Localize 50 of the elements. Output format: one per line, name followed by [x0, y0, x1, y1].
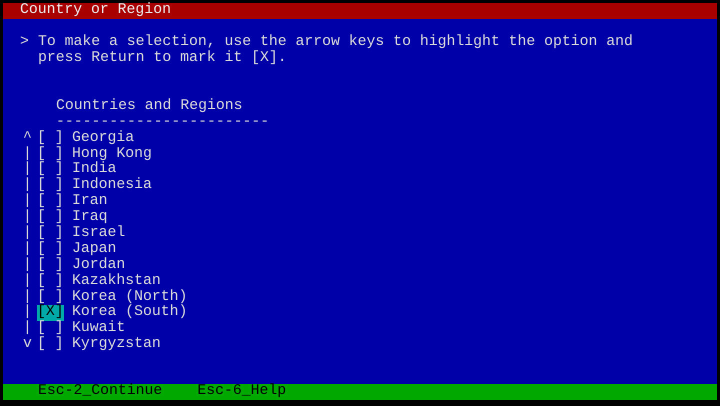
checkbox[interactable]: [ ] [37, 274, 64, 290]
country-option[interactable]: Korea (South) [72, 305, 188, 322]
checkbox[interactable]: [X] [37, 305, 64, 322]
scroll-mark: | [22, 290, 33, 305]
list-heading: Countries and Regions [55, 98, 244, 115]
checkbox[interactable]: [ ] [37, 194, 64, 210]
checkbox[interactable]: [ ] [37, 210, 64, 226]
function-key-label[interactable]: Esc-6_Help [197, 384, 286, 400]
prompt-marker: > [20, 35, 30, 52]
heading-rule: ------------------------ [55, 114, 270, 130]
country-option[interactable]: Japan [72, 242, 116, 258]
scroll-mark: v [22, 337, 33, 354]
scroll-mark: | [22, 258, 33, 273]
checkbox[interactable]: [ ] [37, 258, 64, 274]
scroll-mark: | [22, 226, 33, 241]
checkbox[interactable]: [ ] [37, 130, 64, 147]
scroll-mark: | [22, 162, 33, 178]
scroll-mark: | [22, 274, 33, 289]
scroll-mark: | [22, 146, 33, 162]
instruction-text: To make a selection, use the arrow keys to highlight the option and [38, 35, 633, 50]
checkbox[interactable]: [ ] [37, 146, 64, 162]
country-option[interactable]: Israel [72, 226, 126, 242]
checkbox[interactable]: [ ] [37, 321, 64, 338]
country-option[interactable]: Kazakhstan [72, 274, 161, 290]
country-option[interactable]: Kuwait [72, 321, 126, 338]
checkbox[interactable]: [ ] [37, 178, 64, 194]
checkbox[interactable]: [ ] [37, 162, 64, 178]
country-option[interactable]: Indonesia [72, 178, 152, 194]
country-option[interactable]: Hong Kong [72, 146, 152, 162]
function-key-label[interactable]: Esc-2_Continue [38, 384, 162, 400]
scroll-mark: | [22, 305, 33, 320]
checkbox[interactable]: [ ] [37, 226, 64, 242]
country-option[interactable]: Iran [72, 194, 108, 210]
scroll-mark: | [22, 194, 33, 210]
checkbox[interactable]: [ ] [37, 337, 64, 354]
country-option[interactable]: Korea (North) [72, 290, 188, 306]
country-option[interactable]: Iraq [72, 210, 108, 226]
country-option[interactable]: Kyrgyzstan [72, 337, 161, 354]
scroll-mark: | [22, 321, 33, 338]
instruction-text: press Return to mark it [X]. [38, 50, 288, 67]
screen-title: Country or Region [20, 3, 171, 19]
country-option[interactable]: Jordan [72, 258, 126, 274]
scroll-mark: | [22, 210, 33, 226]
country-option[interactable]: Georgia [72, 130, 134, 147]
scroll-mark: | [22, 242, 33, 257]
scroll-mark: ^ [22, 130, 33, 146]
checkbox[interactable]: [ ] [37, 290, 64, 306]
checkbox[interactable]: [ ] [37, 242, 64, 258]
country-option[interactable]: India [72, 162, 116, 178]
scroll-mark: | [22, 178, 33, 194]
